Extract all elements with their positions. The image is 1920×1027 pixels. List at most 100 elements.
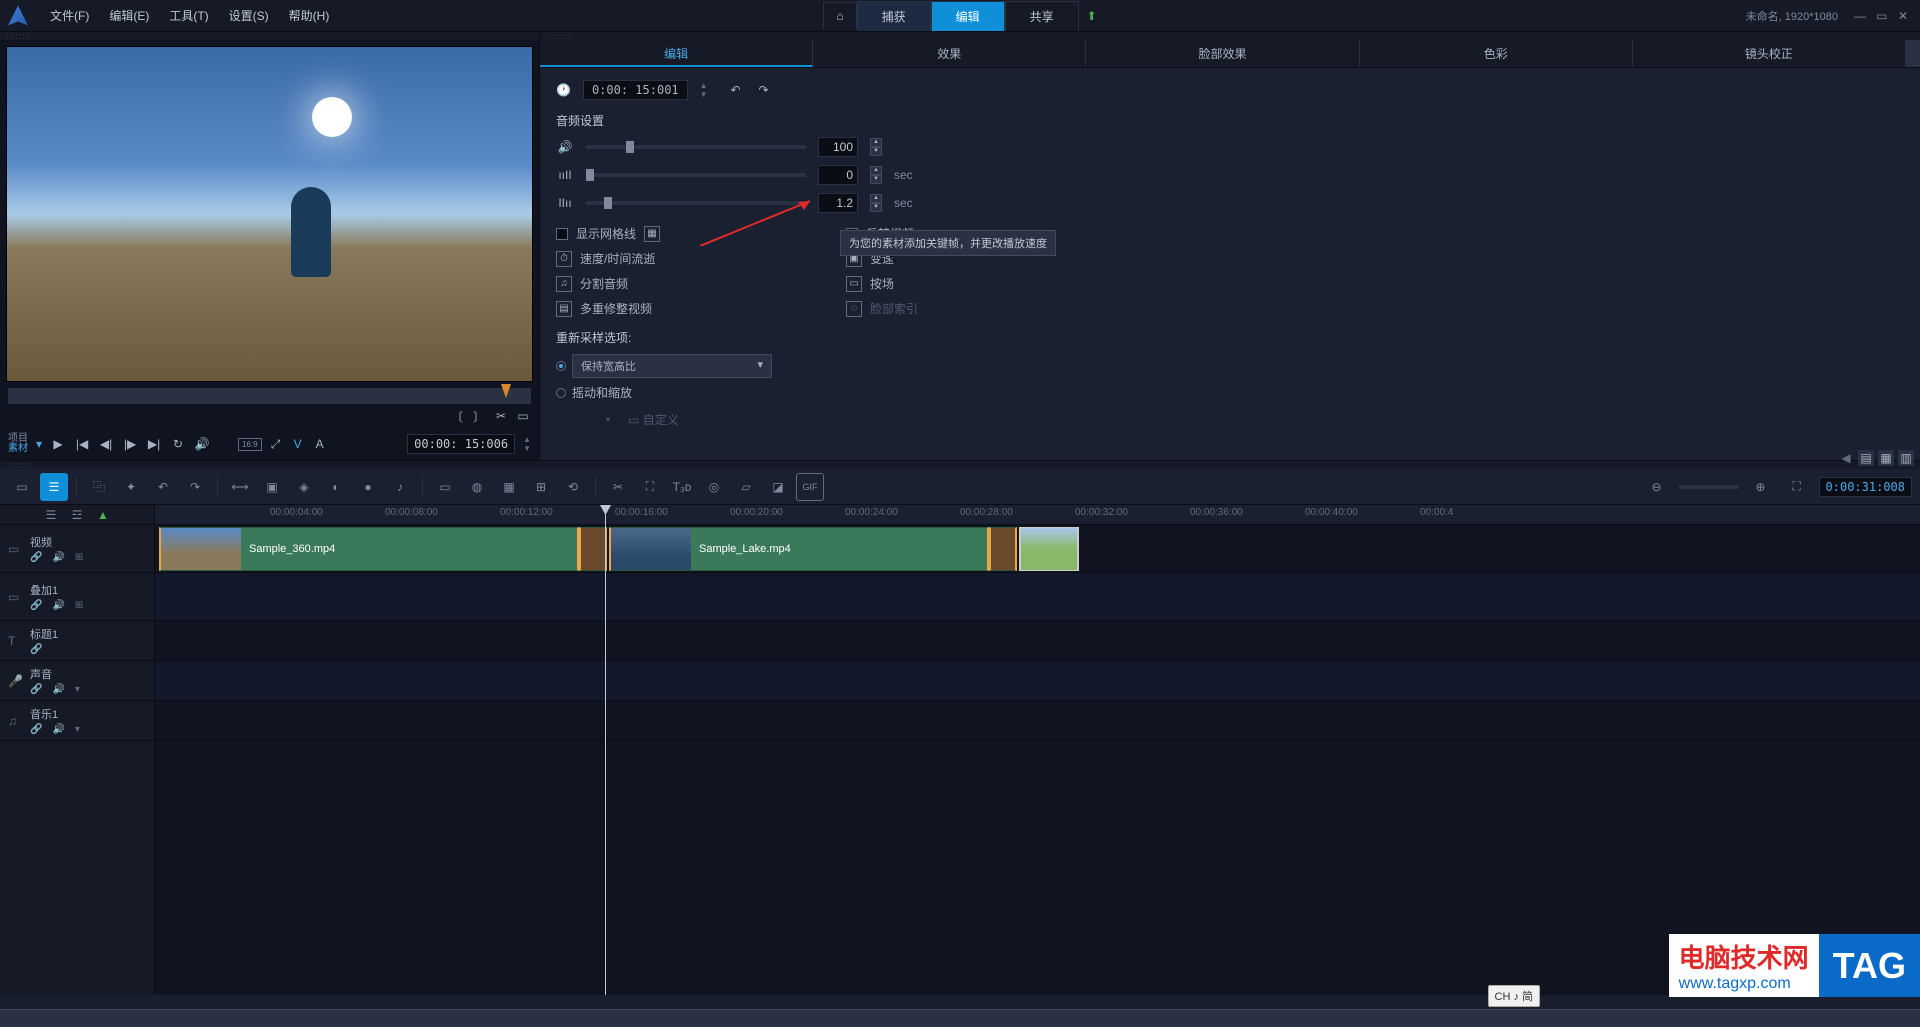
volume-icon[interactable]: 🔊 [194, 436, 210, 452]
lock-icon[interactable]: ⊞ [75, 552, 83, 563]
spin-down[interactable]: ▼ [870, 175, 882, 184]
subtab-edit[interactable]: 编辑 [540, 40, 813, 67]
spin-down[interactable]: ▼ [870, 147, 882, 156]
radio-keep-aspect[interactable]: 保持宽高比▾ [556, 354, 1904, 378]
fade-out-slider[interactable] [586, 201, 806, 205]
menu-file[interactable]: 文件(F) [40, 3, 99, 28]
add-track-icon[interactable]: ▲ [94, 508, 112, 522]
timeline-timecode[interactable]: 0:00:31:008 [1819, 477, 1912, 497]
next-frame-icon[interactable]: |▶ [122, 436, 138, 452]
link-icon[interactable]: 🔗 [30, 724, 42, 735]
redo-icon[interactable]: ↷ [181, 473, 209, 501]
track-header-title[interactable]: T 标题1 🔗 [0, 621, 154, 661]
mute-icon[interactable]: 🔊 [52, 600, 64, 611]
menu-settings[interactable]: 设置(S) [219, 3, 279, 28]
tool-copy-icon[interactable]: ⿻ [85, 473, 113, 501]
play-icon[interactable]: ▶ [50, 436, 66, 452]
video-track[interactable]: Sample_360.mp4 Sample_Lake.mp4 [155, 525, 1920, 573]
menu-edit[interactable]: 编辑(E) [99, 3, 159, 28]
preview-mode-clip[interactable]: 素材 [8, 444, 28, 454]
drag-handle-icon[interactable]: :::::::: [540, 32, 1920, 40]
spin-up[interactable]: ▲ [870, 138, 882, 147]
spin-down[interactable]: ▼ [870, 203, 882, 212]
tracks-area[interactable]: 00:00:04:00 00:00:08:00 00:00:12:00 00:0… [155, 505, 1920, 995]
menu-help[interactable]: 帮助(H) [279, 3, 340, 28]
fade-in-slider[interactable] [586, 173, 806, 177]
tool-panzoom-icon[interactable]: ⛶ [636, 473, 664, 501]
list2-icon[interactable]: ☲ [68, 508, 86, 522]
tool-mosaic-icon[interactable]: ◍ [463, 473, 491, 501]
link-icon[interactable]: 🔗 [30, 644, 42, 655]
clip-sample360[interactable]: Sample_360.mp4 [159, 527, 579, 571]
volume-slider[interactable] [586, 145, 806, 149]
speed-time-button[interactable]: ⏱速度/时间流逝 [556, 250, 806, 267]
mute-icon[interactable]: 🔊 [52, 552, 64, 563]
aspect-badge[interactable]: 16:9 [238, 438, 262, 451]
options-icon[interactable]: ▭ [515, 408, 531, 424]
redo-icon[interactable]: ↷ [756, 82, 772, 98]
tool-crop-icon[interactable]: ✂ [604, 473, 632, 501]
drag-handle-icon[interactable]: :::::::: [0, 32, 539, 40]
zoom-out-icon[interactable]: ⊖ [1643, 473, 1671, 501]
mark-out-icon[interactable]: 〕 [471, 408, 487, 424]
track-header-music[interactable]: ♫ 音乐1 🔗🔊▾ [0, 701, 154, 741]
undo-icon[interactable]: ↶ [728, 82, 744, 98]
tool-snapshot-icon[interactable]: ▣ [258, 473, 286, 501]
resize-icon[interactable]: ⤢ [268, 436, 284, 452]
chevron-down-icon[interactable]: ▾ [75, 724, 80, 735]
maximize-button[interactable]: ▭ [1876, 9, 1890, 23]
tool-fx-icon[interactable]: ✦ [117, 473, 145, 501]
tool-trim-icon[interactable]: ⟷ [226, 473, 254, 501]
radio-pan-zoom[interactable]: 摇动和缩放 [556, 384, 1904, 401]
clip-duration[interactable]: 0:00: 15:001 [583, 80, 688, 100]
list-icon[interactable]: ☰ [42, 508, 60, 522]
spin-up[interactable]: ▲ [870, 194, 882, 203]
mark-in-icon[interactable]: 〔 [449, 408, 465, 424]
music-track[interactable] [155, 701, 1920, 741]
minimize-button[interactable]: — [1854, 9, 1868, 23]
tool-sync-icon[interactable]: ⟲ [559, 473, 587, 501]
clip-samplelake[interactable]: Sample_Lake.mp4 [609, 527, 989, 571]
panel-layout2-icon[interactable]: ▦ [1878, 450, 1894, 466]
tool-tracking-icon[interactable]: ◎ [700, 473, 728, 501]
by-scene-button[interactable]: ▭按场 [846, 275, 1096, 292]
scrub-marker-icon[interactable] [501, 384, 511, 398]
tab-share[interactable]: 共享 [1005, 1, 1079, 31]
fit-icon[interactable]: ⛶ [1783, 473, 1811, 501]
clip-tree[interactable] [1019, 527, 1079, 571]
tool-mixer-icon[interactable]: ♪ [386, 473, 414, 501]
v-glyph[interactable]: V [290, 436, 306, 452]
tool-subtitle-icon[interactable]: ▭ [431, 473, 459, 501]
title-track[interactable] [155, 621, 1920, 661]
overlay-track[interactable] [155, 573, 1920, 621]
drag-handle-icon[interactable]: :::::::: [0, 461, 1920, 469]
zoom-slider[interactable] [1679, 485, 1739, 489]
link-icon[interactable]: 🔗 [30, 552, 42, 563]
upload-icon[interactable]: ⬆ [1087, 9, 1097, 23]
aspect-dropdown[interactable]: 保持宽高比▾ [572, 354, 772, 378]
link-icon[interactable]: 🔗 [30, 684, 42, 695]
panel-layout3-icon[interactable]: ▥ [1898, 450, 1914, 466]
spin-up[interactable]: ▲ [870, 166, 882, 175]
tool-record-icon[interactable]: ● [354, 473, 382, 501]
tool-mask-icon[interactable]: ▱ [732, 473, 760, 501]
mute-icon[interactable]: 🔊 [52, 684, 64, 695]
tool-gif-icon[interactable]: GIF [796, 473, 824, 501]
panel-nav-left-icon[interactable]: ◀ [1838, 450, 1854, 466]
menu-tools[interactable]: 工具(T) [159, 3, 218, 28]
split-audio-button[interactable]: ♫分割音频 [556, 275, 806, 292]
subtab-lens[interactable]: 镜头校正 [1633, 40, 1906, 67]
zoom-in-icon[interactable]: ⊕ [1747, 473, 1775, 501]
loop-icon[interactable]: ↻ [170, 436, 186, 452]
tool-multicam-icon[interactable]: ▦ [495, 473, 523, 501]
undo-icon[interactable]: ↶ [149, 473, 177, 501]
storyboard-view-icon[interactable]: ▭ [8, 473, 36, 501]
tool-paint-icon[interactable]: ◪ [764, 473, 792, 501]
tool-grid-icon[interactable]: ⊞ [527, 473, 555, 501]
bottom-scrollbar[interactable] [0, 1009, 1920, 1027]
preview-timecode[interactable]: 00:00: 15:006 [407, 434, 515, 454]
panel-layout1-icon[interactable]: ▤ [1858, 450, 1874, 466]
time-ruler[interactable]: 00:00:04:00 00:00:08:00 00:00:12:00 00:0… [155, 505, 1920, 525]
subtab-color[interactable]: 色彩 [1360, 40, 1633, 67]
scroll-handle[interactable] [1906, 40, 1920, 67]
